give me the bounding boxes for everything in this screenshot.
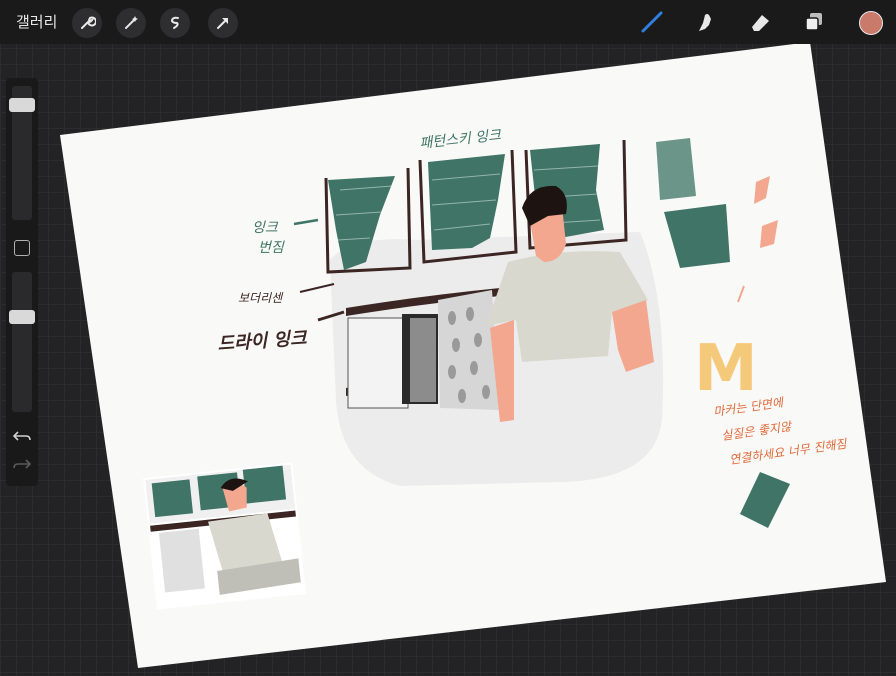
artwork-canvas[interactable]: M 패턴스키 잉크 잉크 번짐 보더리센 드라이 잉크 마커는 단면에 실질은 … bbox=[0, 0, 896, 676]
modify-button[interactable] bbox=[14, 240, 30, 256]
smudge-icon[interactable] bbox=[690, 6, 722, 38]
magic-wand-icon[interactable] bbox=[116, 8, 146, 38]
marker-m-letter: M bbox=[694, 332, 758, 406]
transform-arrow-icon[interactable] bbox=[208, 8, 238, 38]
wrench-icon[interactable] bbox=[72, 8, 102, 38]
label-ink-line1: 잉크 bbox=[252, 220, 279, 236]
label-ink-line2: 번짐 bbox=[258, 240, 285, 256]
layers-icon[interactable] bbox=[798, 6, 830, 38]
swatch-green-1 bbox=[656, 138, 696, 200]
undo-icon[interactable] bbox=[12, 428, 32, 448]
top-toolbar: 갤러리 bbox=[0, 0, 896, 44]
opacity-thumb[interactable] bbox=[9, 309, 35, 324]
gallery-button[interactable]: 갤러리 bbox=[16, 11, 57, 32]
color-swatch-button[interactable] bbox=[859, 11, 883, 35]
left-sidebar bbox=[6, 78, 38, 486]
label-beside: 보더리센 bbox=[238, 291, 284, 305]
cabinet bbox=[347, 317, 409, 409]
cabinet-gray-panel bbox=[410, 318, 436, 402]
redo-icon[interactable] bbox=[12, 456, 32, 476]
brush-size-thumb[interactable] bbox=[9, 98, 35, 112]
eraser-icon[interactable] bbox=[744, 6, 776, 38]
brush-icon[interactable] bbox=[636, 6, 668, 38]
opacity-slider[interactable] bbox=[12, 272, 32, 412]
selection-icon[interactable] bbox=[160, 8, 190, 38]
reference-photo bbox=[143, 462, 307, 610]
